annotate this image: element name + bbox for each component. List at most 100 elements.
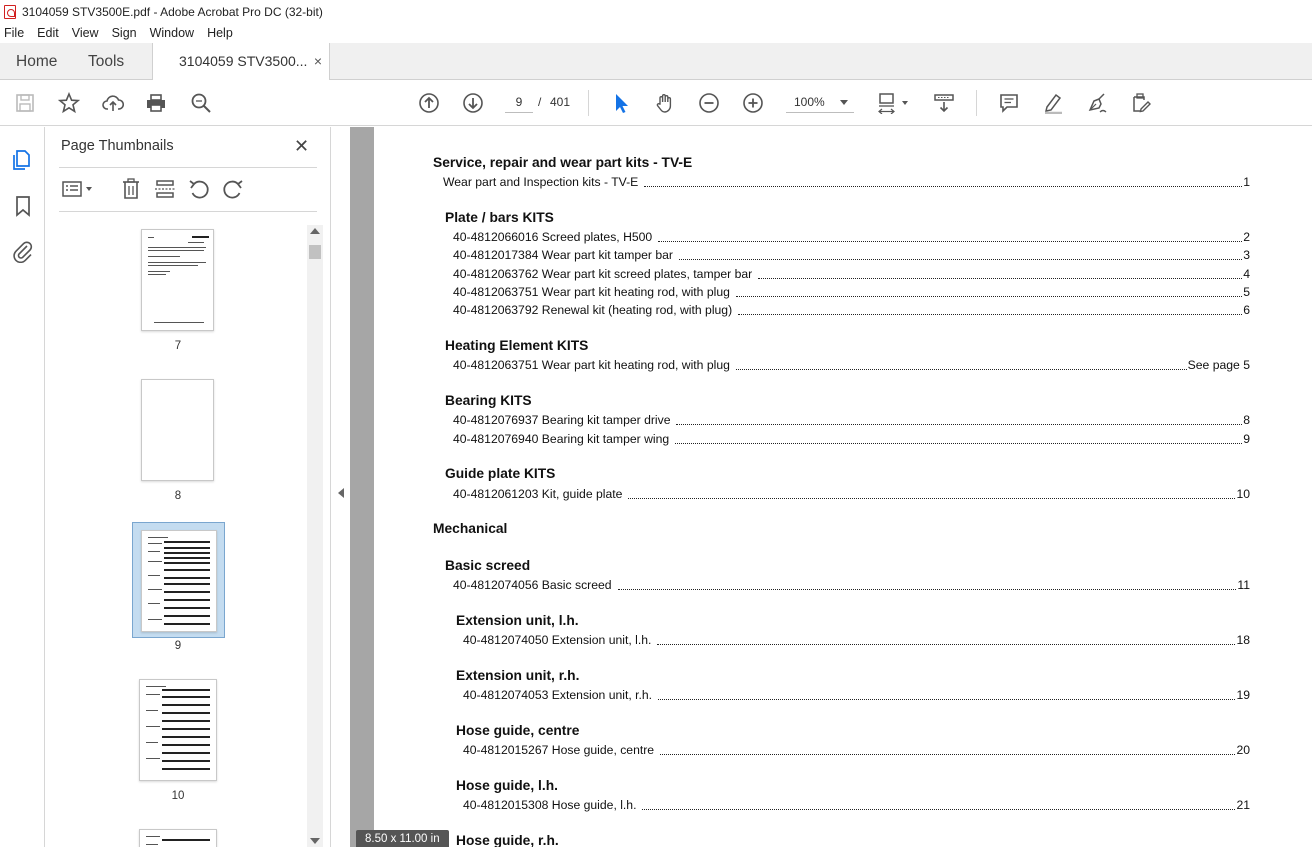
toc-page-number[interactable]: 9 [1243,432,1250,446]
toc-entry[interactable]: 40-4812017384 Wear part kit tamper bar [453,248,673,262]
save-icon[interactable] [13,91,37,115]
thumbnail-options-icon[interactable] [61,177,95,201]
toc-entry[interactable]: 40-4812063762 Wear part kit screed plate… [453,267,752,281]
zoom-out-icon[interactable] [697,91,721,115]
toc-page-number[interactable]: 2 [1243,230,1250,244]
page-separator: / [538,95,542,109]
toc-entry[interactable]: 40-4812074053 Extension unit, r.h. [463,688,652,702]
document-viewer[interactable]: Service, repair and wear part kits - TV-… [350,127,1312,847]
pdf-page: Service, repair and wear part kits - TV-… [374,127,1312,847]
hand-tool-icon[interactable] [653,91,677,115]
page-thumbnail[interactable] [139,679,217,781]
page-thumbnail[interactable] [141,379,214,481]
scroll-down-icon[interactable] [310,838,320,844]
toc-leader-dots [658,240,1243,242]
edit-document-icon[interactable] [1129,91,1153,115]
toc-entry[interactable]: 40-4812015308 Hose guide, l.h. [463,798,636,812]
tab-home[interactable]: Home [16,43,57,80]
toc-entry[interactable]: 40-4812063792 Renewal kit (heating rod, … [453,303,732,317]
page-thumbnails-icon[interactable] [11,147,35,171]
toc-heading: Plate / bars KITS [445,210,554,225]
scrollbar-thumb[interactable] [309,245,321,259]
toc-page-number[interactable]: 4 [1243,267,1250,281]
toc-leader-dots [628,497,1236,499]
toc-page-number[interactable]: 11 [1237,578,1250,592]
close-panel-icon[interactable]: ✕ [294,136,309,157]
tab-bar: Home Tools 3104059 STV3500... × [0,43,1312,81]
delete-page-icon[interactable] [119,177,143,201]
toc-entry[interactable]: 40-4812061203 Kit, guide plate [453,487,622,501]
toc-entry[interactable]: 40-4812066016 Screed plates, H500 [453,230,652,244]
toc-entry[interactable]: 40-4812063751 Wear part kit heating rod,… [453,285,730,299]
menu-view[interactable]: View [72,26,99,40]
total-pages: 401 [550,95,571,109]
thumbnail-page-label: 8 [174,490,182,502]
page-thumbnail[interactable] [139,829,217,847]
toc-entry[interactable]: Wear part and Inspection kits - TV-E [443,175,638,189]
bookmarks-icon[interactable] [11,194,35,218]
tab-document[interactable]: 3104059 STV3500... × [152,43,330,81]
menu-edit[interactable]: Edit [37,26,59,40]
page-number-input[interactable]: 9 [505,91,533,113]
toc-entry[interactable]: 40-4812015267 Hose guide, centre [463,743,654,757]
menu-sign[interactable]: Sign [112,26,137,40]
toc-leader-dots [657,643,1236,645]
print-icon[interactable] [144,91,168,115]
highlight-pen-icon[interactable] [1041,91,1065,115]
toc-heading: Bearing KITS [445,393,532,408]
close-tab-icon[interactable]: × [314,43,322,80]
page-size-indicator: 8.50 x 11.00 in [356,830,449,847]
find-zoom-icon[interactable] [189,91,213,115]
toc-leader-dots [758,277,1243,279]
page-thumbnail-selected[interactable] [141,530,217,632]
zoom-value: 100% [794,95,825,109]
thumbnail-scrollbar[interactable] [307,225,323,847]
comment-icon[interactable] [997,91,1021,115]
panel-title: Page Thumbnails [61,138,174,154]
toc-page-number[interactable]: 8 [1243,413,1250,427]
tab-tools[interactable]: Tools [88,43,124,80]
thumbnail-page-label: 9 [174,640,182,652]
toc-page-number[interactable]: 5 [1243,285,1250,299]
toc-entry[interactable]: 40-4812074056 Basic screed [453,578,612,592]
fit-page-icon[interactable] [876,91,912,115]
scroll-up-icon[interactable] [310,228,320,234]
next-page-icon[interactable] [461,91,485,115]
menu-file[interactable]: File [4,26,24,40]
scrolling-mode-icon[interactable] [932,91,956,115]
toc-heading: Hose guide, r.h. [456,833,559,847]
toc-entry[interactable]: 40-4812063751 Wear part kit heating rod,… [453,358,730,372]
menu-help[interactable]: Help [207,26,233,40]
rotate-left-icon[interactable] [187,177,211,201]
window-title: 3104059 STV3500E.pdf - Adobe Acrobat Pro… [22,4,323,19]
toc-page-number[interactable]: 19 [1236,688,1250,702]
draw-pen-icon[interactable] [1085,91,1109,115]
page-thumbnail[interactable] [141,229,214,331]
select-cursor-icon[interactable] [609,91,633,115]
toc-entry[interactable]: 40-4812076937 Bearing kit tamper drive [453,413,670,427]
zoom-in-icon[interactable] [741,91,765,115]
toc-page-number[interactable]: 20 [1236,743,1250,757]
toc-entry[interactable]: 40-4812076940 Bearing kit tamper wing [453,432,669,446]
attachments-icon[interactable] [11,239,35,264]
toc-page-number[interactable]: 6 [1243,303,1250,317]
upload-cloud-icon[interactable] [101,91,125,115]
toc-page-number[interactable]: 1 [1243,175,1250,189]
bookmark-star-icon[interactable] [57,91,81,115]
collapse-panel-icon[interactable] [338,488,344,498]
toc-page-number[interactable]: 21 [1236,798,1250,812]
toc-page-number[interactable]: 3 [1243,248,1250,262]
toc-heading: Extension unit, r.h. [456,668,580,683]
toc-page-number[interactable]: 18 [1236,633,1250,647]
zoom-dropdown[interactable]: 100% [786,91,854,113]
menu-window[interactable]: Window [150,26,194,40]
toc-leader-dots [642,808,1236,810]
extract-page-icon[interactable] [153,177,177,201]
toc-page-number[interactable]: 10 [1236,487,1250,501]
toc-leader-dots [678,258,1243,260]
rotate-right-icon[interactable] [221,177,245,201]
toc-page-number[interactable]: See page 5 [1188,358,1250,372]
previous-page-icon[interactable] [417,91,441,115]
toc-entry[interactable]: 40-4812074050 Extension unit, l.h. [463,633,651,647]
panel-splitter[interactable] [330,127,350,847]
